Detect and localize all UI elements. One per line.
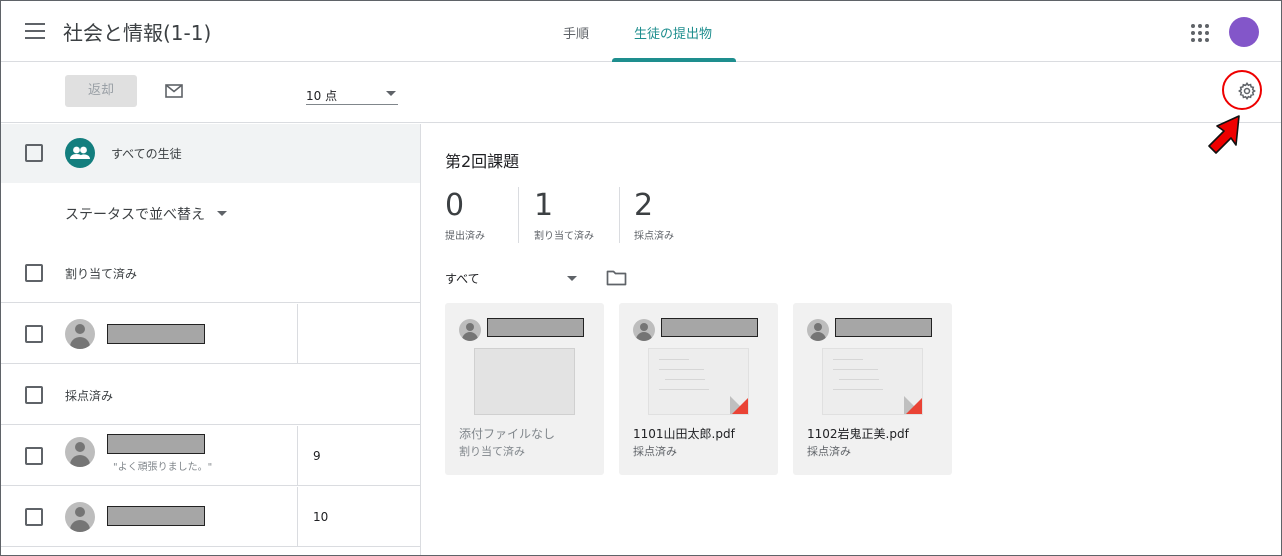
student-checkbox[interactable] (25, 325, 43, 343)
chevron-down-icon[interactable] (567, 276, 577, 281)
grade-divider (297, 426, 298, 486)
account-avatar[interactable] (1229, 17, 1259, 47)
avatar (65, 437, 95, 467)
student-row[interactable]: 10 (1, 487, 420, 547)
redacted-student-name (107, 506, 205, 526)
return-button[interactable]: 返却 (65, 75, 137, 107)
stat-turned-in: 0 提出済み (445, 187, 485, 243)
submission-status: 採点済み (633, 445, 677, 458)
pdf-icon (732, 398, 748, 414)
folder-icon[interactable] (606, 269, 627, 286)
pdf-thumbnail[interactable] (648, 348, 749, 415)
pdf-thumbnail[interactable] (822, 348, 923, 415)
menu-icon[interactable] (25, 23, 45, 39)
student-row[interactable] (1, 304, 420, 364)
section-assigned-row[interactable]: 割り当て済み (1, 243, 420, 303)
redacted-student-name (107, 434, 205, 454)
apps-grid-icon[interactable] (1191, 24, 1209, 42)
private-comment: "よく頑張りました。" (113, 462, 213, 473)
active-tab-indicator (612, 58, 736, 62)
all-students-checkbox[interactable] (25, 144, 43, 162)
stat-divider (619, 187, 620, 243)
student-checkbox[interactable] (25, 508, 43, 526)
sort-row: ステータスで並べ替え (1, 184, 420, 242)
redacted-student-name (661, 318, 758, 337)
grade-divider (297, 304, 298, 364)
empty-attachment-thumbnail (474, 348, 575, 415)
student-grade[interactable]: 9 (313, 449, 321, 463)
stat-graded-count: 2 (634, 188, 654, 223)
stat-assigned: 1 割り当て済み (534, 187, 594, 243)
chevron-down-icon[interactable] (217, 211, 227, 216)
assignment-title: 第2回課題 (445, 152, 520, 171)
submission-card[interactable]: 添付ファイルなし 割り当て済み (445, 303, 604, 475)
top-bar: 社会と情報(1-1) 手順 生徒の提出物 (1, 1, 1281, 62)
grade-divider (297, 487, 298, 547)
stat-turned-in-label: 提出済み (445, 231, 485, 242)
all-students-row[interactable]: すべての生徒 (1, 124, 420, 183)
stat-assigned-count: 1 (534, 188, 554, 223)
avatar (65, 502, 95, 532)
avatar (65, 319, 95, 349)
section-graded-checkbox[interactable] (25, 386, 43, 404)
stat-graded-label: 採点済み (634, 231, 674, 242)
section-graded-row[interactable]: 採点済み (1, 365, 420, 425)
tab-instructions[interactable]: 手順 (563, 23, 589, 42)
mail-icon[interactable] (165, 84, 183, 98)
filter-select[interactable]: すべて (445, 270, 480, 287)
attachment-name: 添付ファイルなし (459, 427, 556, 441)
student-row[interactable]: "よく頑張りました。" 9 (1, 426, 420, 486)
section-assigned-label: 割り当て済み (65, 267, 138, 281)
redacted-student-name (487, 318, 584, 337)
tab-student-work[interactable]: 生徒の提出物 (634, 23, 712, 42)
submission-card[interactable]: 1102岩鬼正美.pdf 採点済み (793, 303, 952, 475)
student-list-panel: すべての生徒 ステータスで並べ替え 割り当て済み 採点済み "よく頑張りました。… (1, 124, 421, 555)
student-grade[interactable]: 10 (313, 510, 328, 524)
stat-graded: 2 採点済み (634, 187, 674, 243)
avatar (807, 319, 829, 341)
chevron-down-icon (386, 91, 396, 96)
pdf-icon (906, 398, 922, 414)
section-graded-label: 採点済み (65, 389, 114, 403)
redacted-student-name (107, 324, 205, 344)
attachment-name[interactable]: 1101山田太郎.pdf (633, 425, 735, 442)
stat-turned-in-count: 0 (445, 188, 465, 223)
student-checkbox[interactable] (25, 447, 43, 465)
submission-status: 割り当て済み (459, 445, 525, 458)
all-students-label: すべての生徒 (111, 147, 182, 161)
redacted-student-name (835, 318, 932, 337)
stat-assigned-label: 割り当て済み (534, 231, 594, 242)
avatar (633, 319, 655, 341)
submission-status: 採点済み (807, 445, 851, 458)
attachment-name[interactable]: 1102岩鬼正美.pdf (807, 425, 909, 442)
points-select[interactable]: 10 点 (306, 81, 398, 105)
classroom-window: 社会と情報(1-1) 手順 生徒の提出物 返却 10 点 すべての生徒 ステータ… (0, 0, 1282, 556)
section-assigned-checkbox[interactable] (25, 264, 43, 282)
toolbar: 返却 10 点 (1, 63, 1281, 123)
gear-icon[interactable] (1237, 81, 1257, 101)
stat-divider (518, 187, 519, 243)
class-title: 社会と情報(1-1) (63, 21, 212, 45)
points-value: 10 点 (306, 89, 338, 103)
avatar (459, 319, 481, 341)
submission-card[interactable]: 1101山田太郎.pdf 採点済み (619, 303, 778, 475)
sort-status-select[interactable]: ステータスで並べ替え (65, 204, 205, 224)
group-icon (65, 138, 95, 168)
